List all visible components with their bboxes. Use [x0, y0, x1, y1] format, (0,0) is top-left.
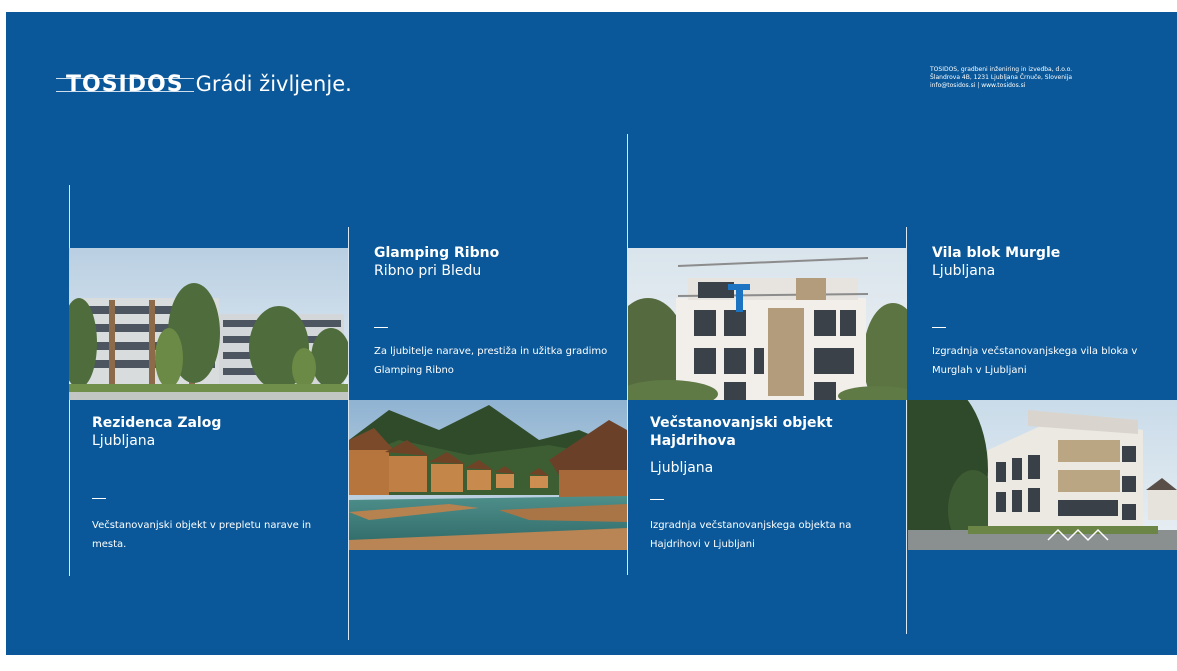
- dash-divider: [932, 327, 946, 328]
- brand-tagline: Grádi življenje.: [195, 72, 352, 96]
- project-description-glamping-ribno: Za ljubitelje narave, prestiža in užitka…: [374, 346, 608, 376]
- project-description-rezidenca-zalog: Večstanovanjski objekt v prepletu narave…: [92, 520, 312, 550]
- project-description-vila-blok-murgle: Izgradnja večstanovanjskega vila bloka v…: [932, 346, 1138, 376]
- project-title-vila-blok-murgle[interactable]: Vila blok Murgle: [932, 244, 1162, 262]
- company-name-line: TOSIDOS, gradbeni inženiring in izvedba,…: [930, 66, 1073, 73]
- project-description-hajdrihova: Izgradnja večstanovanjskega objekta na H…: [650, 520, 852, 550]
- company-info: TOSIDOS, gradbeni inženiring in izvedba,…: [930, 66, 1072, 90]
- project-title-glamping-ribno[interactable]: Glamping Ribno: [374, 244, 614, 262]
- project-location-hajdrihova: Ljubljana: [650, 460, 714, 476]
- glamping-cabins-photo[interactable]: [349, 400, 627, 550]
- dash-divider: [92, 498, 106, 499]
- project-title-rezidenca-zalog[interactable]: Rezidenca Zalog: [92, 414, 332, 432]
- project-location-vila-blok-murgle: Ljubljana: [932, 263, 996, 279]
- residential-complex-photo[interactable]: [69, 248, 348, 400]
- apartment-building-photo[interactable]: [628, 248, 907, 400]
- company-address-line: Šlandrova 4B, 1231 Ljubljana Črnuče, Slo…: [930, 74, 1073, 81]
- tosidos-logo[interactable]: TOSIDOS: [56, 72, 194, 97]
- project-title-hajdrihova[interactable]: Večstanovanjski objekt Hajdrihova: [650, 414, 860, 450]
- company-contact-line[interactable]: info@tosidos.si | www.tosidos.si: [930, 82, 1072, 90]
- villa-block-photo[interactable]: [908, 400, 1177, 550]
- dash-divider: [374, 327, 388, 328]
- project-location-glamping-ribno: Ribno pri Bledu: [374, 263, 482, 279]
- project-location-rezidenca-zalog: Ljubljana: [92, 433, 156, 449]
- dash-divider: [650, 499, 664, 500]
- tosidos-projects-panel: TOSIDOS Grádi življenje. TOSIDOS, gradbe…: [6, 12, 1177, 655]
- brand-header: TOSIDOS Grádi življenje.: [56, 64, 352, 104]
